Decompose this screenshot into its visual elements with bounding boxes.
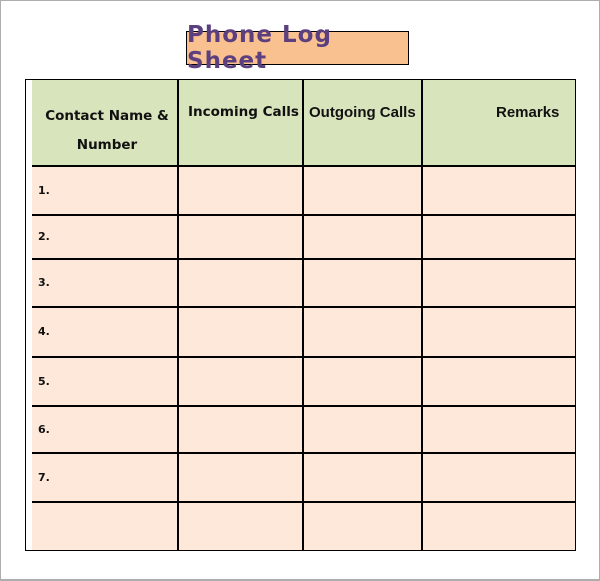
cell-remarks[interactable] [422,166,575,215]
cell-remarks[interactable] [422,215,575,259]
cell-outgoing[interactable] [303,453,422,502]
cell-contact[interactable] [32,166,178,215]
header-contact-line2: Number [76,137,138,153]
cell-contact[interactable] [32,307,178,357]
cell-incoming[interactable] [178,453,303,502]
row-number: 7. [38,471,50,484]
cell-remarks[interactable] [422,357,575,406]
cell-contact[interactable] [32,215,178,259]
header-contact-line1: Contact Name & [45,108,169,124]
cell-outgoing[interactable] [303,307,422,357]
cell-contact[interactable] [32,357,178,406]
row-number: 2. [38,230,50,243]
row-divider [32,214,575,216]
cell-outgoing[interactable] [303,357,422,406]
cell-outgoing[interactable] [303,166,422,215]
cell-incoming[interactable] [178,502,303,550]
row-number: 4. [38,325,50,338]
cell-incoming[interactable] [178,166,303,215]
header-contact-label: Contact Name & Number [34,102,180,160]
row-divider [32,258,575,260]
header-remarks-label: Remarks [496,104,560,121]
cell-outgoing[interactable] [303,502,422,550]
row-divider [32,452,575,454]
cell-contact[interactable] [32,406,178,453]
column-divider [177,80,179,550]
cell-incoming[interactable] [178,406,303,453]
header-outgoing-label: Outgoing Calls [309,104,416,121]
cell-incoming[interactable] [178,259,303,307]
column-divider [421,80,423,550]
row-divider [32,501,575,503]
row-number: 5. [38,375,50,388]
row-number: 6. [38,423,50,436]
cell-remarks[interactable] [422,307,575,357]
phone-log-table: Contact Name & Number Incoming Calls Out… [25,79,576,551]
header-remarks [422,80,575,166]
page-title: Phone Log Sheet [186,22,409,74]
row-divider [32,306,575,308]
cell-incoming[interactable] [178,357,303,406]
cell-contact[interactable] [32,502,178,550]
cell-outgoing[interactable] [303,215,422,259]
cell-contact[interactable] [32,259,178,307]
header-outgoing [303,80,422,166]
cell-remarks[interactable] [422,502,575,550]
cell-contact[interactable] [32,453,178,502]
row-divider [32,405,575,407]
header-incoming [178,80,303,166]
cell-incoming[interactable] [178,215,303,259]
row-divider [32,165,575,167]
row-divider [32,356,575,358]
row-number: 1. [38,184,50,197]
column-divider [302,80,304,550]
row-number: 3. [38,276,50,289]
cell-incoming[interactable] [178,307,303,357]
cell-remarks[interactable] [422,259,575,307]
cell-remarks[interactable] [422,453,575,502]
cell-outgoing[interactable] [303,259,422,307]
cell-outgoing[interactable] [303,406,422,453]
header-incoming-label: Incoming Calls [188,104,299,120]
cell-remarks[interactable] [422,406,575,453]
